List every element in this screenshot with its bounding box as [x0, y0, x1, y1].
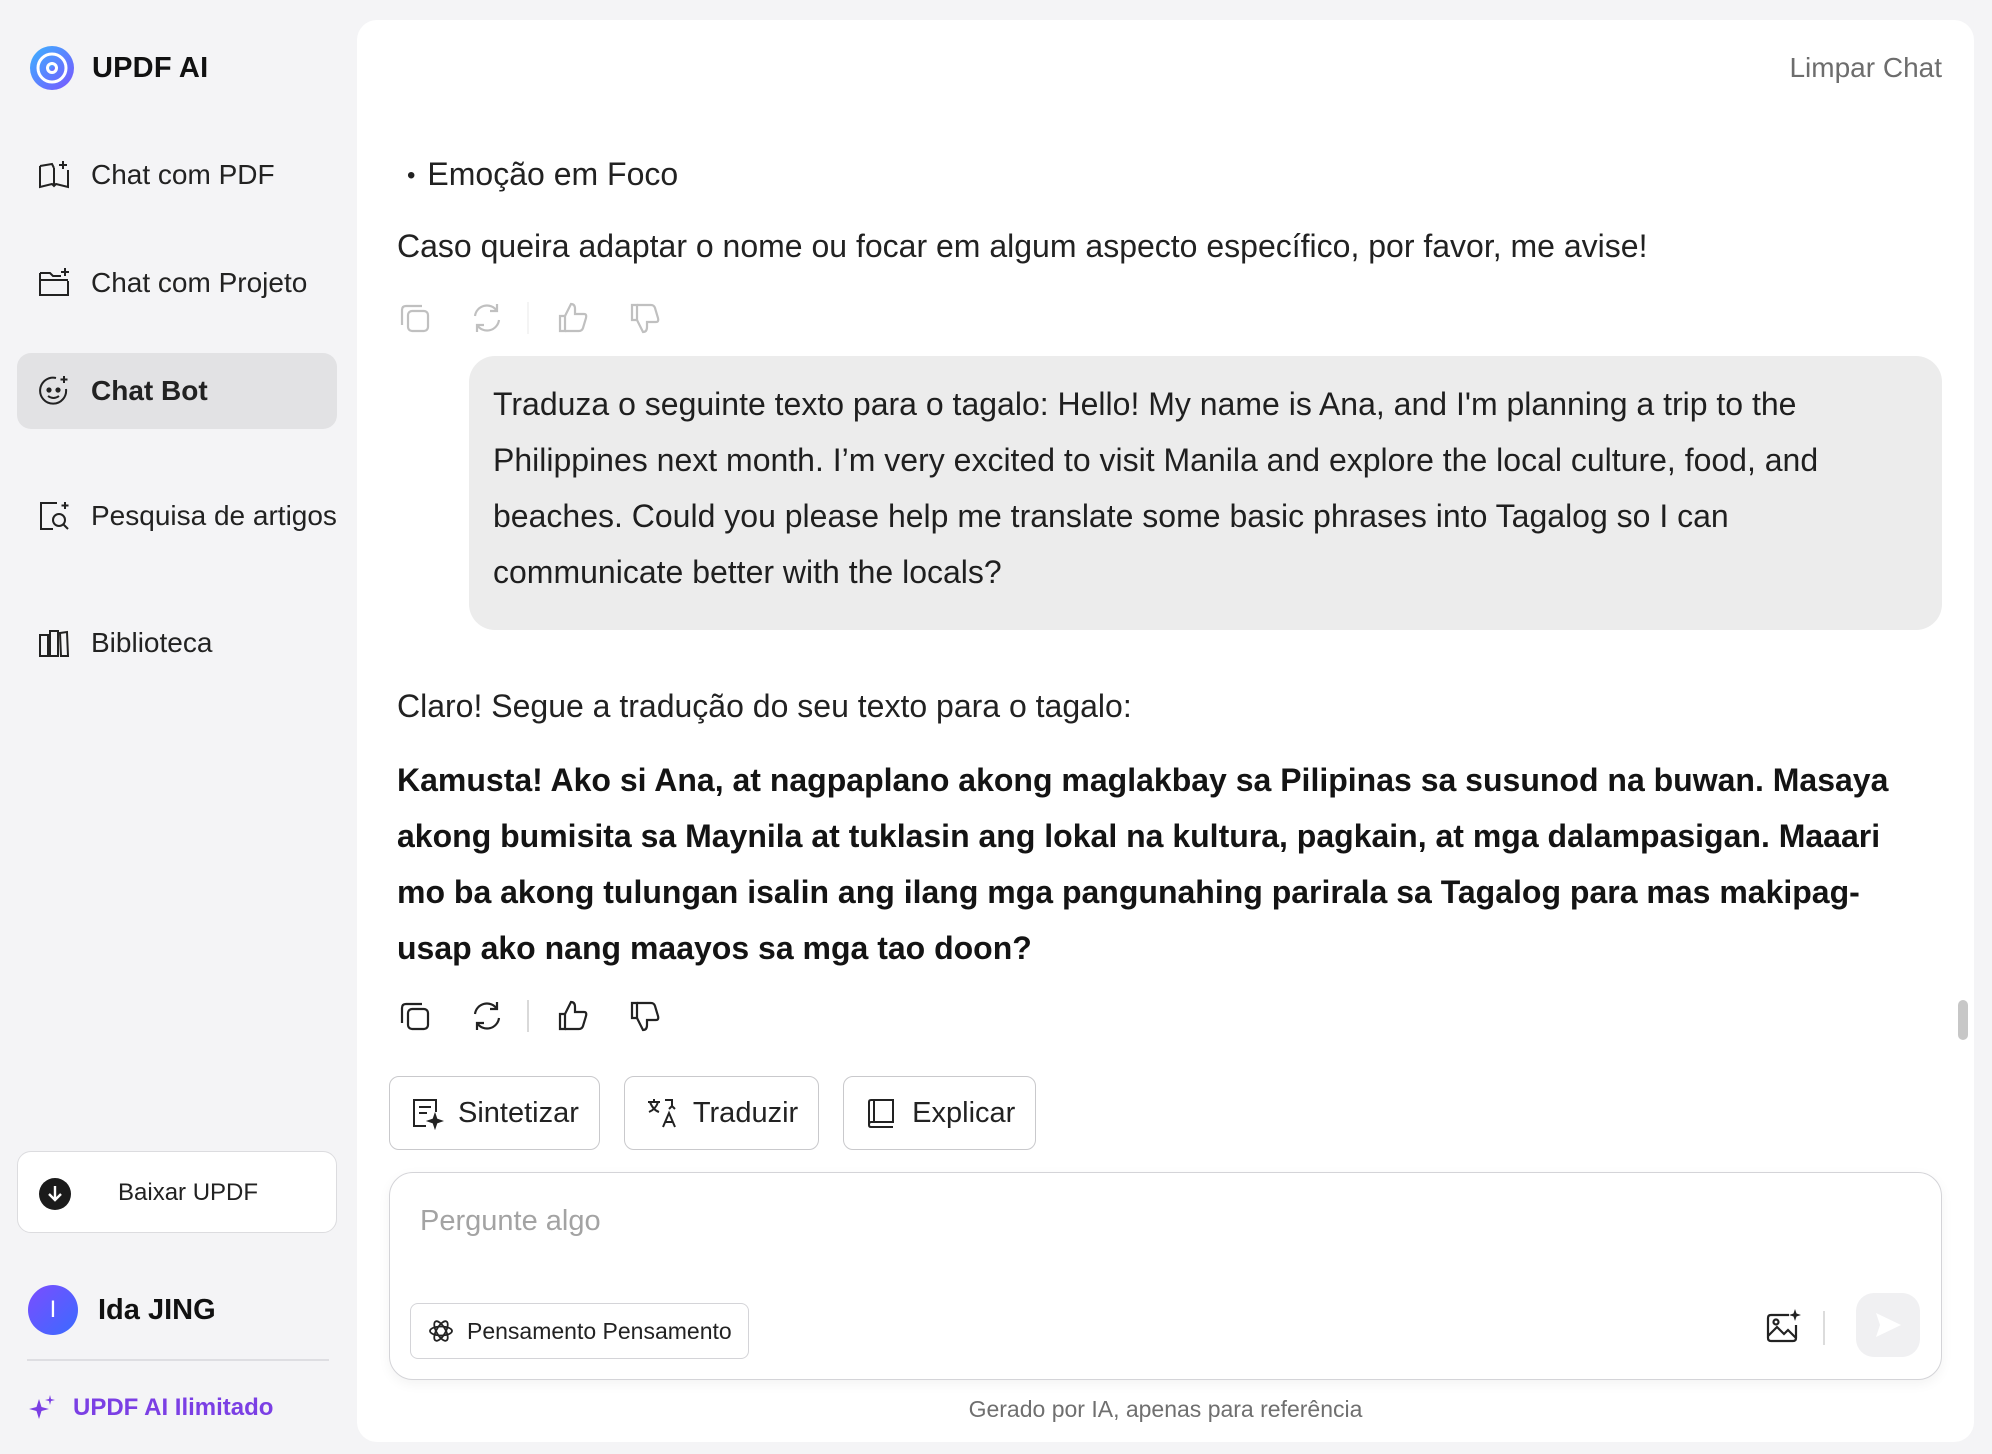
library-icon	[39, 630, 70, 657]
assistant-answer-translation: Kamusta! Ako si Ana, at nagpaplano akong…	[397, 762, 1889, 966]
thinking-mode-toggle[interactable]: Pensamento Pensamento	[410, 1303, 749, 1359]
message-actions	[397, 994, 663, 1038]
thumbs-up-icon[interactable]	[555, 300, 591, 336]
updf-ai-unlimited-link[interactable]: UPDF AI Ilimitado	[27, 1393, 273, 1423]
sparkle-icon	[29, 1395, 55, 1419]
sidebar-item-label: Chat com Projeto	[91, 267, 308, 298]
sidebar-item-article-search[interactable]: Pesquisa de artigos	[17, 466, 337, 566]
sidebar-item-library[interactable]: Biblioteca	[17, 605, 337, 681]
ai-disclaimer: Gerado por IA, apenas para referência	[968, 1396, 1363, 1422]
send-icon	[1876, 1313, 1901, 1337]
sidebar-item-label: Pesquisa de artigos	[91, 500, 337, 531]
previous-message-actions	[397, 296, 663, 340]
explain-button[interactable]: Explicar	[843, 1076, 1037, 1150]
divider	[527, 1000, 529, 1032]
translate-button[interactable]: Traduzir	[623, 1076, 820, 1150]
article-search-icon	[40, 502, 69, 530]
download-label: Baixar UPDF	[118, 1179, 259, 1206]
user-profile[interactable]: I Ida JING	[28, 1285, 216, 1335]
avatar: I	[28, 1285, 78, 1335]
sidebar-item-chat-pdf[interactable]: Chat com PDF	[17, 137, 337, 213]
chat-panel: Limpar Chat • Emoção em Foco Caso queira…	[357, 20, 1974, 1442]
thumbs-down-icon[interactable]	[627, 998, 663, 1034]
chatbot-icon	[39, 376, 68, 405]
book-chat-icon	[39, 161, 69, 189]
thumbs-up-icon[interactable]	[555, 998, 591, 1034]
scrollbar-thumb[interactable]	[1958, 1000, 1968, 1040]
folder-chat-icon	[39, 268, 69, 296]
assistant-answer-intro: Claro! Segue a tradução do seu texto par…	[397, 688, 1132, 724]
book-icon	[868, 1099, 895, 1128]
regenerate-icon[interactable]	[469, 300, 505, 336]
user-name: Ida JING	[98, 1293, 216, 1326]
sidebar-item-label: Chat com PDF	[91, 159, 275, 190]
image-upload-icon[interactable]	[1763, 1307, 1803, 1347]
send-button[interactable]	[1856, 1293, 1920, 1357]
divider	[27, 1359, 329, 1361]
translate-icon	[647, 1099, 676, 1128]
quick-actions: Sintetizar Traduzir Explicar	[389, 1076, 1037, 1150]
download-updf-button[interactable]: Baixar UPDF	[17, 1151, 337, 1233]
sidebar-item-label: Chat Bot	[91, 375, 208, 406]
sidebar-item-chat-project[interactable]: Chat com Projeto	[17, 245, 337, 321]
copy-icon[interactable]	[397, 998, 433, 1034]
regenerate-icon[interactable]	[469, 998, 505, 1034]
atom-icon	[429, 1320, 453, 1342]
assistant-previous-closing: Caso queira adaptar o nome ou focar em a…	[397, 228, 1648, 264]
sidebar: UPDF AI Chat com PDF Chat com Projeto Ch…	[0, 0, 356, 1454]
bullet-text: Emoção em Foco	[427, 156, 679, 192]
summarize-button[interactable]: Sintetizar	[389, 1076, 600, 1150]
divider	[1823, 1311, 1825, 1345]
updf-logo-icon	[30, 46, 74, 90]
thinking-mode-label: Pensamento Pensamento	[467, 1317, 732, 1344]
chat-input[interactable]	[420, 1201, 1820, 1241]
message-composer: Pensamento Pensamento	[389, 1172, 1942, 1380]
sidebar-item-label: Biblioteca	[91, 627, 213, 658]
translate-label: Traduzir	[692, 1096, 799, 1129]
brand: UPDF AI	[28, 44, 208, 92]
clear-chat-button[interactable]: Limpar Chat	[1789, 52, 1942, 84]
brand-name: UPDF AI	[92, 51, 209, 84]
copy-icon[interactable]	[397, 300, 433, 336]
summarize-icon	[413, 1099, 444, 1130]
divider	[527, 302, 529, 334]
download-icon	[39, 1178, 71, 1210]
explain-label: Explicar	[912, 1096, 1016, 1129]
thumbs-down-icon[interactable]	[627, 300, 663, 336]
summarize-label: Sintetizar	[458, 1096, 579, 1129]
sidebar-item-chat-bot[interactable]: Chat Bot	[17, 353, 337, 429]
list-item: • Emoção em Foco	[407, 156, 678, 196]
bullet-dot: •	[407, 162, 416, 189]
user-message-bubble: Traduza o seguinte texto para o tagalo: …	[469, 356, 1942, 630]
unlimited-label: UPDF AI Ilimitado	[73, 1394, 274, 1421]
